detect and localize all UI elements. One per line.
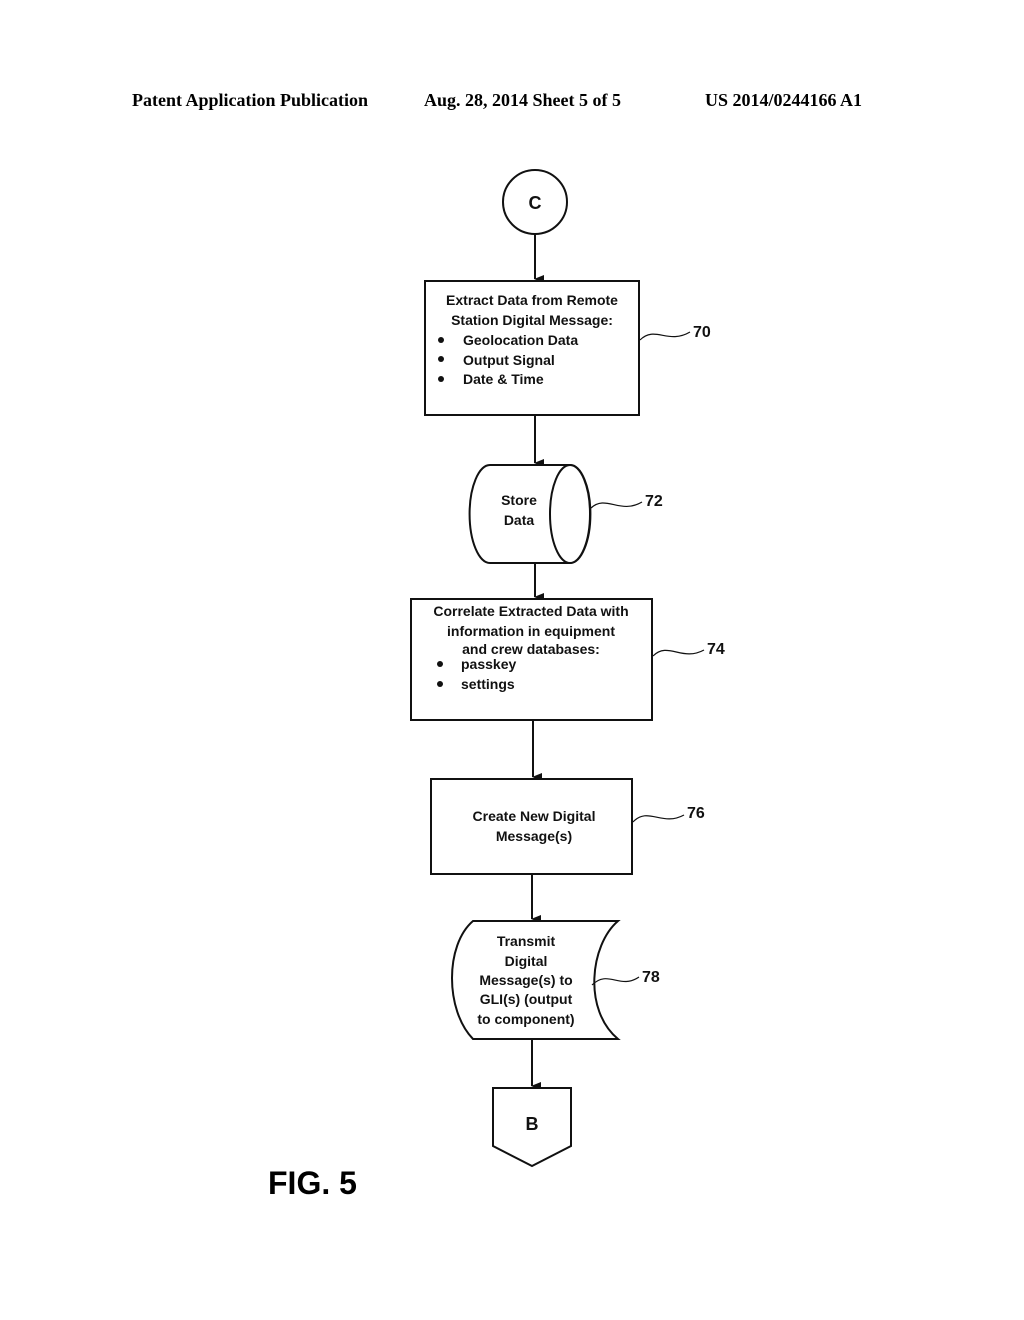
step-70-bullet-2: Output Signal	[463, 352, 555, 368]
step-70-title-line-2: Station Digital Message:	[451, 312, 613, 328]
leader-line	[652, 649, 705, 657]
step-78-line-3: Message(s) to	[479, 972, 572, 988]
connector-c-label: C	[529, 193, 542, 213]
ref-numeral-76: 76	[687, 805, 705, 822]
process-box	[430, 778, 633, 875]
leader-line	[632, 814, 685, 823]
step-78-line-5: to component)	[477, 1011, 574, 1027]
step-78-line-1: Transmit	[497, 933, 556, 949]
step-74-title-line-3: and crew databases:	[462, 641, 600, 657]
step-74-title-line-1: Correlate Extracted Data with	[433, 603, 628, 619]
ref-numeral-78: 78	[642, 969, 660, 986]
leader-line	[590, 501, 643, 509]
step-74-correlate-data: Correlate Extracted Data with informatio…	[410, 598, 725, 721]
step-74-title-line-2: information in equipment	[447, 623, 615, 639]
step-70-title-line-1: Extract Data from Remote	[446, 292, 618, 308]
step-74-bullet-2: settings	[461, 676, 515, 692]
bullet-icon	[438, 356, 444, 362]
connector-c: C	[502, 169, 568, 235]
step-70-extract-data: Extract Data from Remote Station Digital…	[424, 280, 711, 416]
flowchart: C Extract Data from Remote Station Digit…	[410, 169, 725, 1168]
connector-b: B	[492, 1087, 572, 1168]
step-70-bullet-3: Date & Time	[463, 371, 544, 387]
step-78-transmit-message: Transmit Digital Message(s) to GLI(s) (o…	[451, 920, 660, 1040]
leader-line	[591, 976, 640, 986]
step-78-line-2: Digital	[505, 953, 548, 969]
step-72-line-1: Store	[501, 492, 537, 508]
bullet-icon	[438, 337, 444, 343]
ref-numeral-74: 74	[707, 641, 725, 658]
ref-numeral-72: 72	[645, 493, 663, 510]
step-70-bullet-1: Geolocation Data	[463, 332, 578, 348]
step-76-create-message: Create New Digital Message(s) 76	[430, 778, 705, 875]
step-72-line-2: Data	[504, 512, 535, 528]
ref-numeral-70: 70	[693, 324, 711, 341]
storage-cylinder-end	[549, 464, 591, 564]
leader-line	[639, 331, 691, 341]
bullet-icon	[438, 376, 444, 382]
connector-b-label: B	[526, 1114, 539, 1134]
step-76-line-1: Create New Digital	[473, 808, 596, 824]
bullet-icon	[437, 661, 443, 667]
step-78-line-4: GLI(s) (output	[480, 991, 573, 1007]
step-74-bullet-1: passkey	[461, 656, 516, 672]
figure-label: FIG. 5	[268, 1165, 357, 1201]
step-72-store-data: Store Data 72	[468, 464, 663, 564]
step-76-line-2: Message(s)	[496, 828, 572, 844]
bullet-icon	[437, 681, 443, 687]
